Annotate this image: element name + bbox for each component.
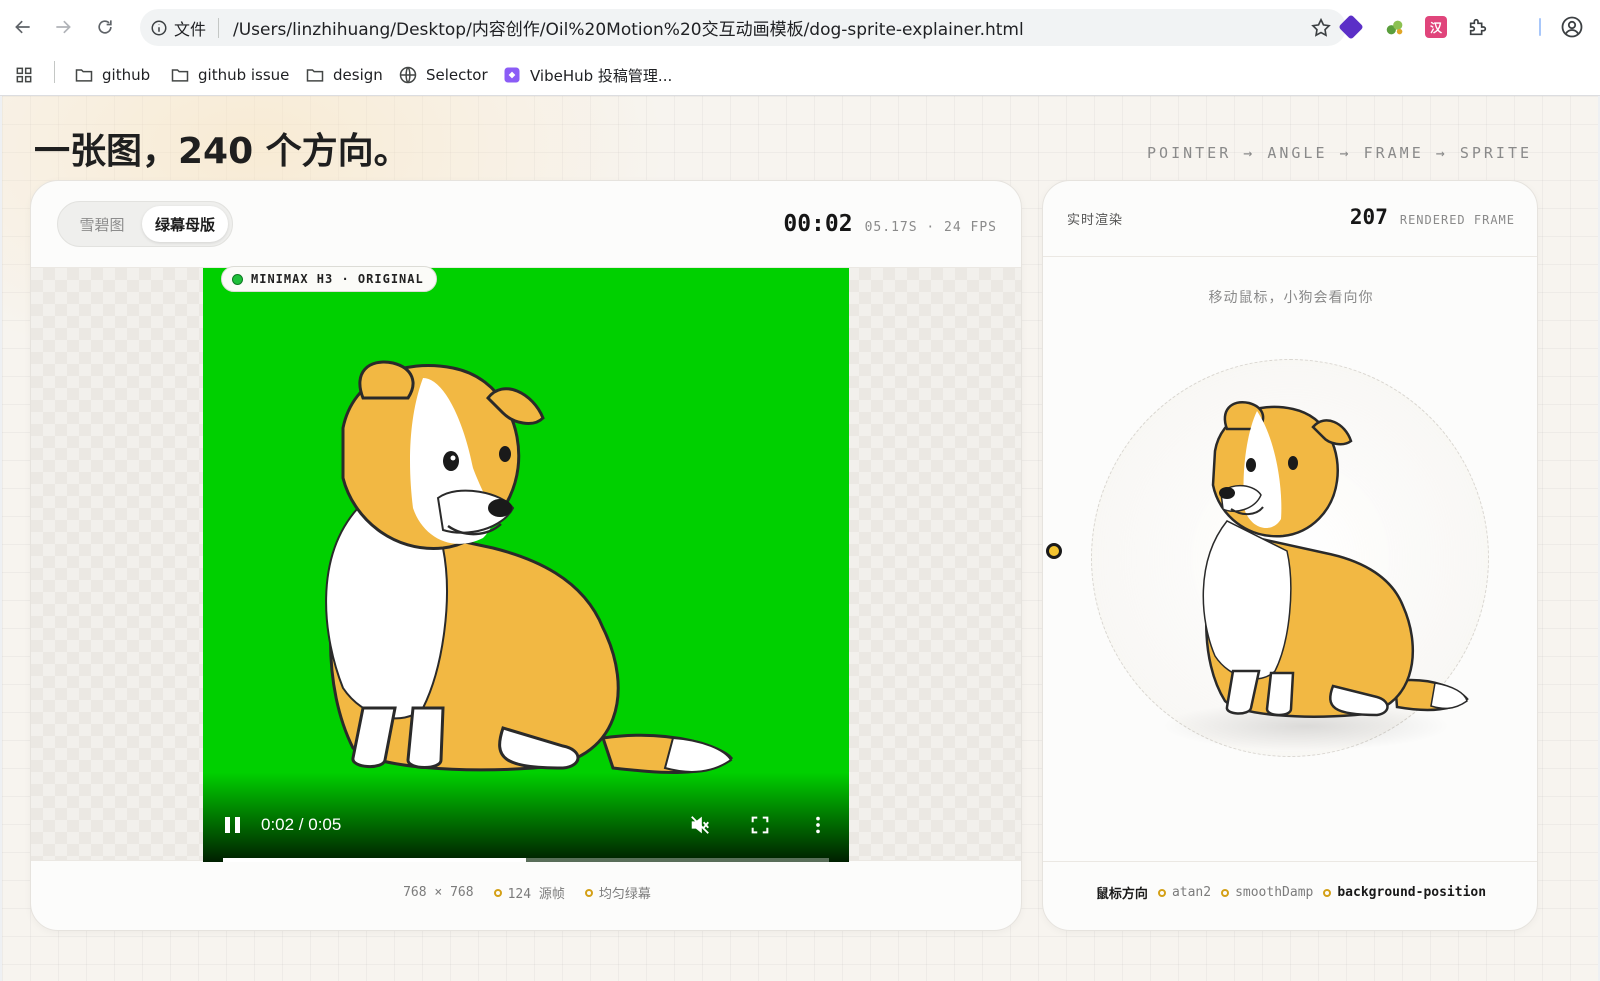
bookmark-selector[interactable]: Selector [398, 62, 488, 88]
source-card: 雪碧图 绿幕母版 00:02 05.17S · 24 FPS 0:02 / 0:… [30, 180, 1022, 931]
render-label: 实时渲染 [1067, 213, 1124, 228]
render-header: 实时渲染 207 RENDERED FRAME [1043, 181, 1537, 257]
bookmarks-bar: github github issue design Selector Vibe… [0, 54, 1600, 96]
timecode-main: 00:02 [783, 211, 853, 237]
meta-smoothdamp: smoothDamp [1235, 885, 1314, 900]
source-badge: MINIMAX H3 · ORIGINAL [221, 266, 437, 292]
reload-icon [98, 20, 112, 34]
arrow-left-icon [15, 20, 30, 34]
folder-icon [306, 69, 324, 82]
render-card: 实时渲染 207 RENDERED FRAME 移动鼠标，小狗会看向你 鼠标方向… [1042, 180, 1538, 931]
video-progress-fill [223, 858, 526, 862]
frame-number: 207 [1349, 205, 1388, 229]
vibehub-icon [504, 67, 520, 83]
star-icon[interactable] [1310, 17, 1332, 39]
globe-icon [399, 66, 417, 84]
bookmark-label: design [333, 66, 383, 84]
badge-label: MINIMAX H3 · ORIGINAL [251, 272, 424, 286]
meta-greenscreen: 均匀绿幕 [598, 887, 651, 902]
info-icon[interactable] [150, 19, 168, 37]
extension-translate-icon[interactable]: 汉 [1425, 16, 1447, 38]
apps-grid-icon[interactable] [14, 62, 42, 88]
render-meta: 鼠标方向 atan2 smoothDamp background-positio… [1043, 883, 1537, 902]
security-label[interactable]: 文件 [174, 16, 206, 40]
toolbar-divider [1539, 18, 1541, 36]
forward-button[interactable] [48, 12, 78, 42]
folder-icon [171, 69, 189, 82]
extension-leaf-icon[interactable] [1384, 16, 1406, 38]
tab-sprite-sheet[interactable]: 雪碧图 [62, 206, 142, 242]
view-tabs: 雪碧图 绿幕母版 [57, 201, 233, 247]
pause-icon[interactable] [223, 814, 243, 836]
source-meta: 768 × 768 124 源帧 均匀绿幕 [31, 883, 1021, 902]
bookmark-design[interactable]: design [305, 62, 383, 88]
bookmark-vibehub[interactable]: VibeHub 投稿管理... [502, 62, 672, 88]
address-bar[interactable]: 文件 /Users/linzhihuang/Desktop/内容创作/Oil%2… [140, 9, 1346, 46]
video-progress-track[interactable] [223, 858, 829, 862]
render-hint: 移动鼠标，小狗会看向你 [1208, 290, 1374, 306]
bookmarks-divider [54, 61, 55, 83]
mouse-pointer-marker [1046, 543, 1062, 559]
bullet-icon [493, 888, 502, 897]
mute-icon[interactable] [689, 814, 711, 836]
bookmark-label: github issue [198, 66, 290, 84]
bullet-icon [1221, 888, 1230, 897]
frame-counter: 207 RENDERED FRAME [1350, 205, 1515, 229]
bookmark-label: Selector [426, 66, 488, 84]
browser-toolbar: 文件 /Users/linzhihuang/Desktop/内容创作/Oil%2… [0, 0, 1600, 54]
extensions-puzzle-icon[interactable] [1467, 16, 1489, 38]
tab-green-screen-master[interactable]: 绿幕母版 [142, 206, 228, 242]
bullet-icon [1157, 888, 1166, 897]
browser-chrome: 文件 /Users/linzhihuang/Desktop/内容创作/Oil%2… [0, 0, 1600, 96]
green-screen-video[interactable]: 0:02 / 0:05 [203, 268, 849, 862]
reload-button[interactable] [90, 12, 120, 42]
video-controls: 0:02 / 0:05 [203, 792, 849, 862]
bullet-icon [1323, 888, 1332, 897]
video-time: 0:02 / 0:05 [261, 815, 342, 834]
page-title: 一张图，240 个方向。 [34, 131, 410, 172]
omnibox-divider [218, 17, 220, 38]
folder-icon [75, 69, 93, 82]
arrow-right-icon [56, 20, 71, 34]
bookmark-github[interactable]: github [74, 62, 150, 88]
timecode-detail: 05.17S · 24 FPS [864, 220, 997, 235]
back-button[interactable] [8, 12, 38, 42]
bookmark-github-issue[interactable]: github issue [170, 62, 289, 88]
meta-resolution: 768 × 768 [403, 885, 474, 900]
url-text[interactable]: /Users/linzhihuang/Desktop/内容创作/Oil%20Mo… [233, 15, 1346, 40]
rendered-dog-illustration [1202, 400, 1469, 718]
meta-frames: 124 源帧 [507, 887, 565, 902]
timecode: 00:02 05.17S · 24 FPS [783, 211, 997, 237]
fullscreen-icon[interactable] [749, 814, 771, 836]
bookmark-label: github [102, 66, 151, 84]
meta-pointer-direction: 鼠标方向 [1095, 887, 1148, 902]
video-stage: 0:02 / 0:05 MINIMAX H3 · ORIGINAL [31, 266, 1021, 862]
more-options-icon[interactable] [807, 814, 829, 836]
status-dot-icon [232, 273, 243, 285]
frame-unit: RENDERED FRAME [1399, 213, 1515, 227]
bookmark-label: VibeHub 投稿管理... [530, 66, 673, 85]
profile-icon[interactable] [1560, 15, 1584, 39]
pipeline-caption: POINTER → ANGLE → FRAME → SPRITE [1147, 144, 1532, 162]
page: 一张图，240 个方向。 POINTER → ANGLE → FRAME → S… [2, 96, 1598, 981]
meta-background-position: background-position [1337, 885, 1487, 900]
bullet-icon [584, 888, 593, 897]
meta-atan2: atan2 [1171, 885, 1212, 900]
